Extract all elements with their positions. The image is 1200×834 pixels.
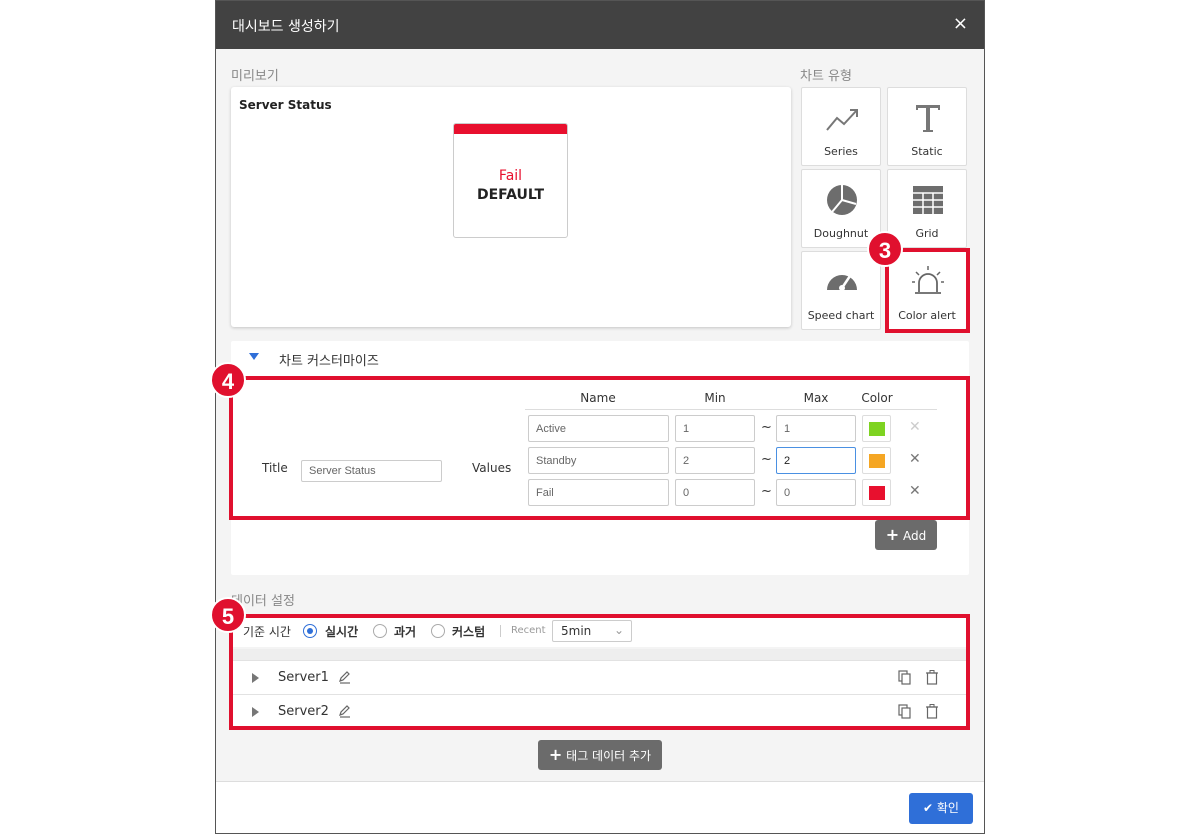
add-tag-data-button[interactable]: + 태그 데이터 추가	[538, 740, 662, 770]
preview-panel: Server Status Fail DEFAULT	[231, 87, 791, 327]
value-name-input[interactable]	[528, 415, 669, 442]
color-picker[interactable]	[862, 479, 891, 506]
header-divider	[525, 409, 937, 410]
color-swatch	[869, 454, 885, 468]
step-badge-3: 3	[867, 231, 903, 267]
create-dashboard-dialog: 대시보드 생성하기 × 미리보기 Server Status Fail DEFA…	[210, 0, 985, 834]
plus-icon: +	[885, 525, 900, 544]
dialog-title: 대시보드 생성하기	[232, 19, 340, 35]
divider	[500, 625, 501, 637]
confirm-label: 확인	[936, 801, 959, 815]
color-picker[interactable]	[862, 447, 891, 474]
chart-type-grid[interactable]: Grid	[887, 169, 967, 248]
dialog-header: 대시보드 생성하기 ×	[216, 1, 984, 49]
column-header-name: Name	[580, 391, 616, 405]
trash-icon[interactable]	[925, 704, 939, 719]
column-header-color: Color	[861, 391, 893, 405]
add-tag-label: 태그 데이터 추가	[566, 749, 652, 763]
chart-type-label: Series	[824, 145, 858, 158]
step-badge-5: 5	[210, 597, 246, 633]
value-name-input[interactable]	[528, 479, 669, 506]
expand-arrow-icon[interactable]	[252, 707, 259, 717]
recent-label: Recent	[511, 625, 546, 636]
plus-icon: +	[548, 745, 563, 764]
server-row[interactable]: Server1	[233, 660, 968, 694]
confirm-button[interactable]: ✔ 확인	[909, 793, 973, 824]
chart-type-speed-chart[interactable]: Speed chart	[801, 251, 881, 330]
server-row[interactable]: Server2	[233, 694, 968, 728]
chart-type-section-label: 차트 유형	[800, 69, 852, 84]
recent-select-value: 5min	[561, 624, 592, 638]
siren-icon	[912, 266, 944, 294]
color-picker[interactable]	[862, 415, 891, 442]
color-alert-card: Fail DEFAULT	[453, 123, 568, 238]
chart-type-static[interactable]: Static	[887, 87, 967, 166]
recent-select[interactable]: 5min ⌄	[552, 620, 632, 642]
chevron-down-icon: ⌄	[614, 623, 625, 637]
value-min-input[interactable]	[675, 415, 755, 442]
server-name: Server1	[278, 670, 329, 685]
trash-icon[interactable]	[925, 670, 939, 685]
gauge-icon	[827, 275, 857, 291]
copy-icon[interactable]	[898, 670, 912, 685]
value-max-input[interactable]	[776, 415, 856, 442]
edit-pencil-icon[interactable]	[338, 670, 352, 684]
chart-type-series[interactable]: Series	[801, 87, 881, 166]
color-swatch	[869, 422, 885, 436]
chart-type-label: Color alert	[898, 309, 956, 322]
dialog-footer: ✔ 확인	[216, 781, 984, 833]
radio-custom-label[interactable]: 커스텀	[452, 623, 485, 640]
alert-value-text: DEFAULT	[476, 187, 545, 203]
add-value-button[interactable]: + Add	[875, 520, 937, 550]
range-tilde: ~	[761, 452, 772, 467]
chart-type-doughnut[interactable]: Doughnut	[801, 169, 881, 248]
values-label: Values	[472, 461, 512, 475]
step-badge-4: 4	[210, 362, 246, 398]
delete-row-icon[interactable]: ✕	[909, 419, 921, 435]
text-t-icon	[916, 105, 940, 132]
radio-realtime-label[interactable]: 실시간	[325, 623, 358, 640]
value-name-input[interactable]	[528, 447, 669, 474]
chart-type-label: Static	[911, 145, 943, 158]
radio-past[interactable]	[373, 624, 387, 638]
collapse-arrow-icon[interactable]	[249, 353, 259, 360]
delete-row-icon[interactable]: ✕	[909, 483, 921, 499]
trend-line-icon	[826, 109, 858, 131]
chart-type-color-alert[interactable]: Color alert	[887, 251, 967, 330]
server-name: Server2	[278, 704, 329, 719]
color-swatch	[869, 486, 885, 500]
radio-realtime[interactable]	[303, 624, 317, 638]
chart-type-label: Doughnut	[813, 227, 869, 240]
chart-type-label: Speed chart	[807, 309, 875, 322]
value-max-input[interactable]	[776, 479, 856, 506]
title-label: Title	[262, 461, 288, 475]
copy-icon[interactable]	[898, 704, 912, 719]
add-button-label: Add	[903, 529, 927, 543]
value-min-input[interactable]	[675, 447, 755, 474]
preview-section-label: 미리보기	[231, 69, 279, 84]
value-min-input[interactable]	[675, 479, 755, 506]
title-input[interactable]	[301, 460, 442, 482]
radio-custom[interactable]	[431, 624, 445, 638]
delete-row-icon[interactable]: ✕	[909, 451, 921, 467]
value-max-input[interactable]	[776, 447, 856, 474]
alert-color-bar	[454, 124, 567, 134]
customize-title[interactable]: 차트 커스터마이즈	[279, 350, 379, 369]
check-icon: ✔	[923, 801, 934, 815]
table-grid-icon	[913, 186, 943, 214]
base-time-label: 기준 시간	[243, 625, 291, 639]
pie-icon	[827, 185, 857, 215]
close-icon[interactable]: ×	[953, 13, 968, 34]
alert-status-text: Fail	[498, 168, 523, 184]
edit-pencil-icon[interactable]	[338, 704, 352, 718]
column-header-max: Max	[803, 391, 829, 405]
column-header-min: Min	[704, 391, 726, 405]
range-tilde: ~	[761, 420, 772, 435]
expand-arrow-icon[interactable]	[252, 673, 259, 683]
range-tilde: ~	[761, 484, 772, 499]
preview-chart-title: Server Status	[239, 98, 332, 112]
radio-past-label[interactable]: 과거	[394, 623, 416, 640]
